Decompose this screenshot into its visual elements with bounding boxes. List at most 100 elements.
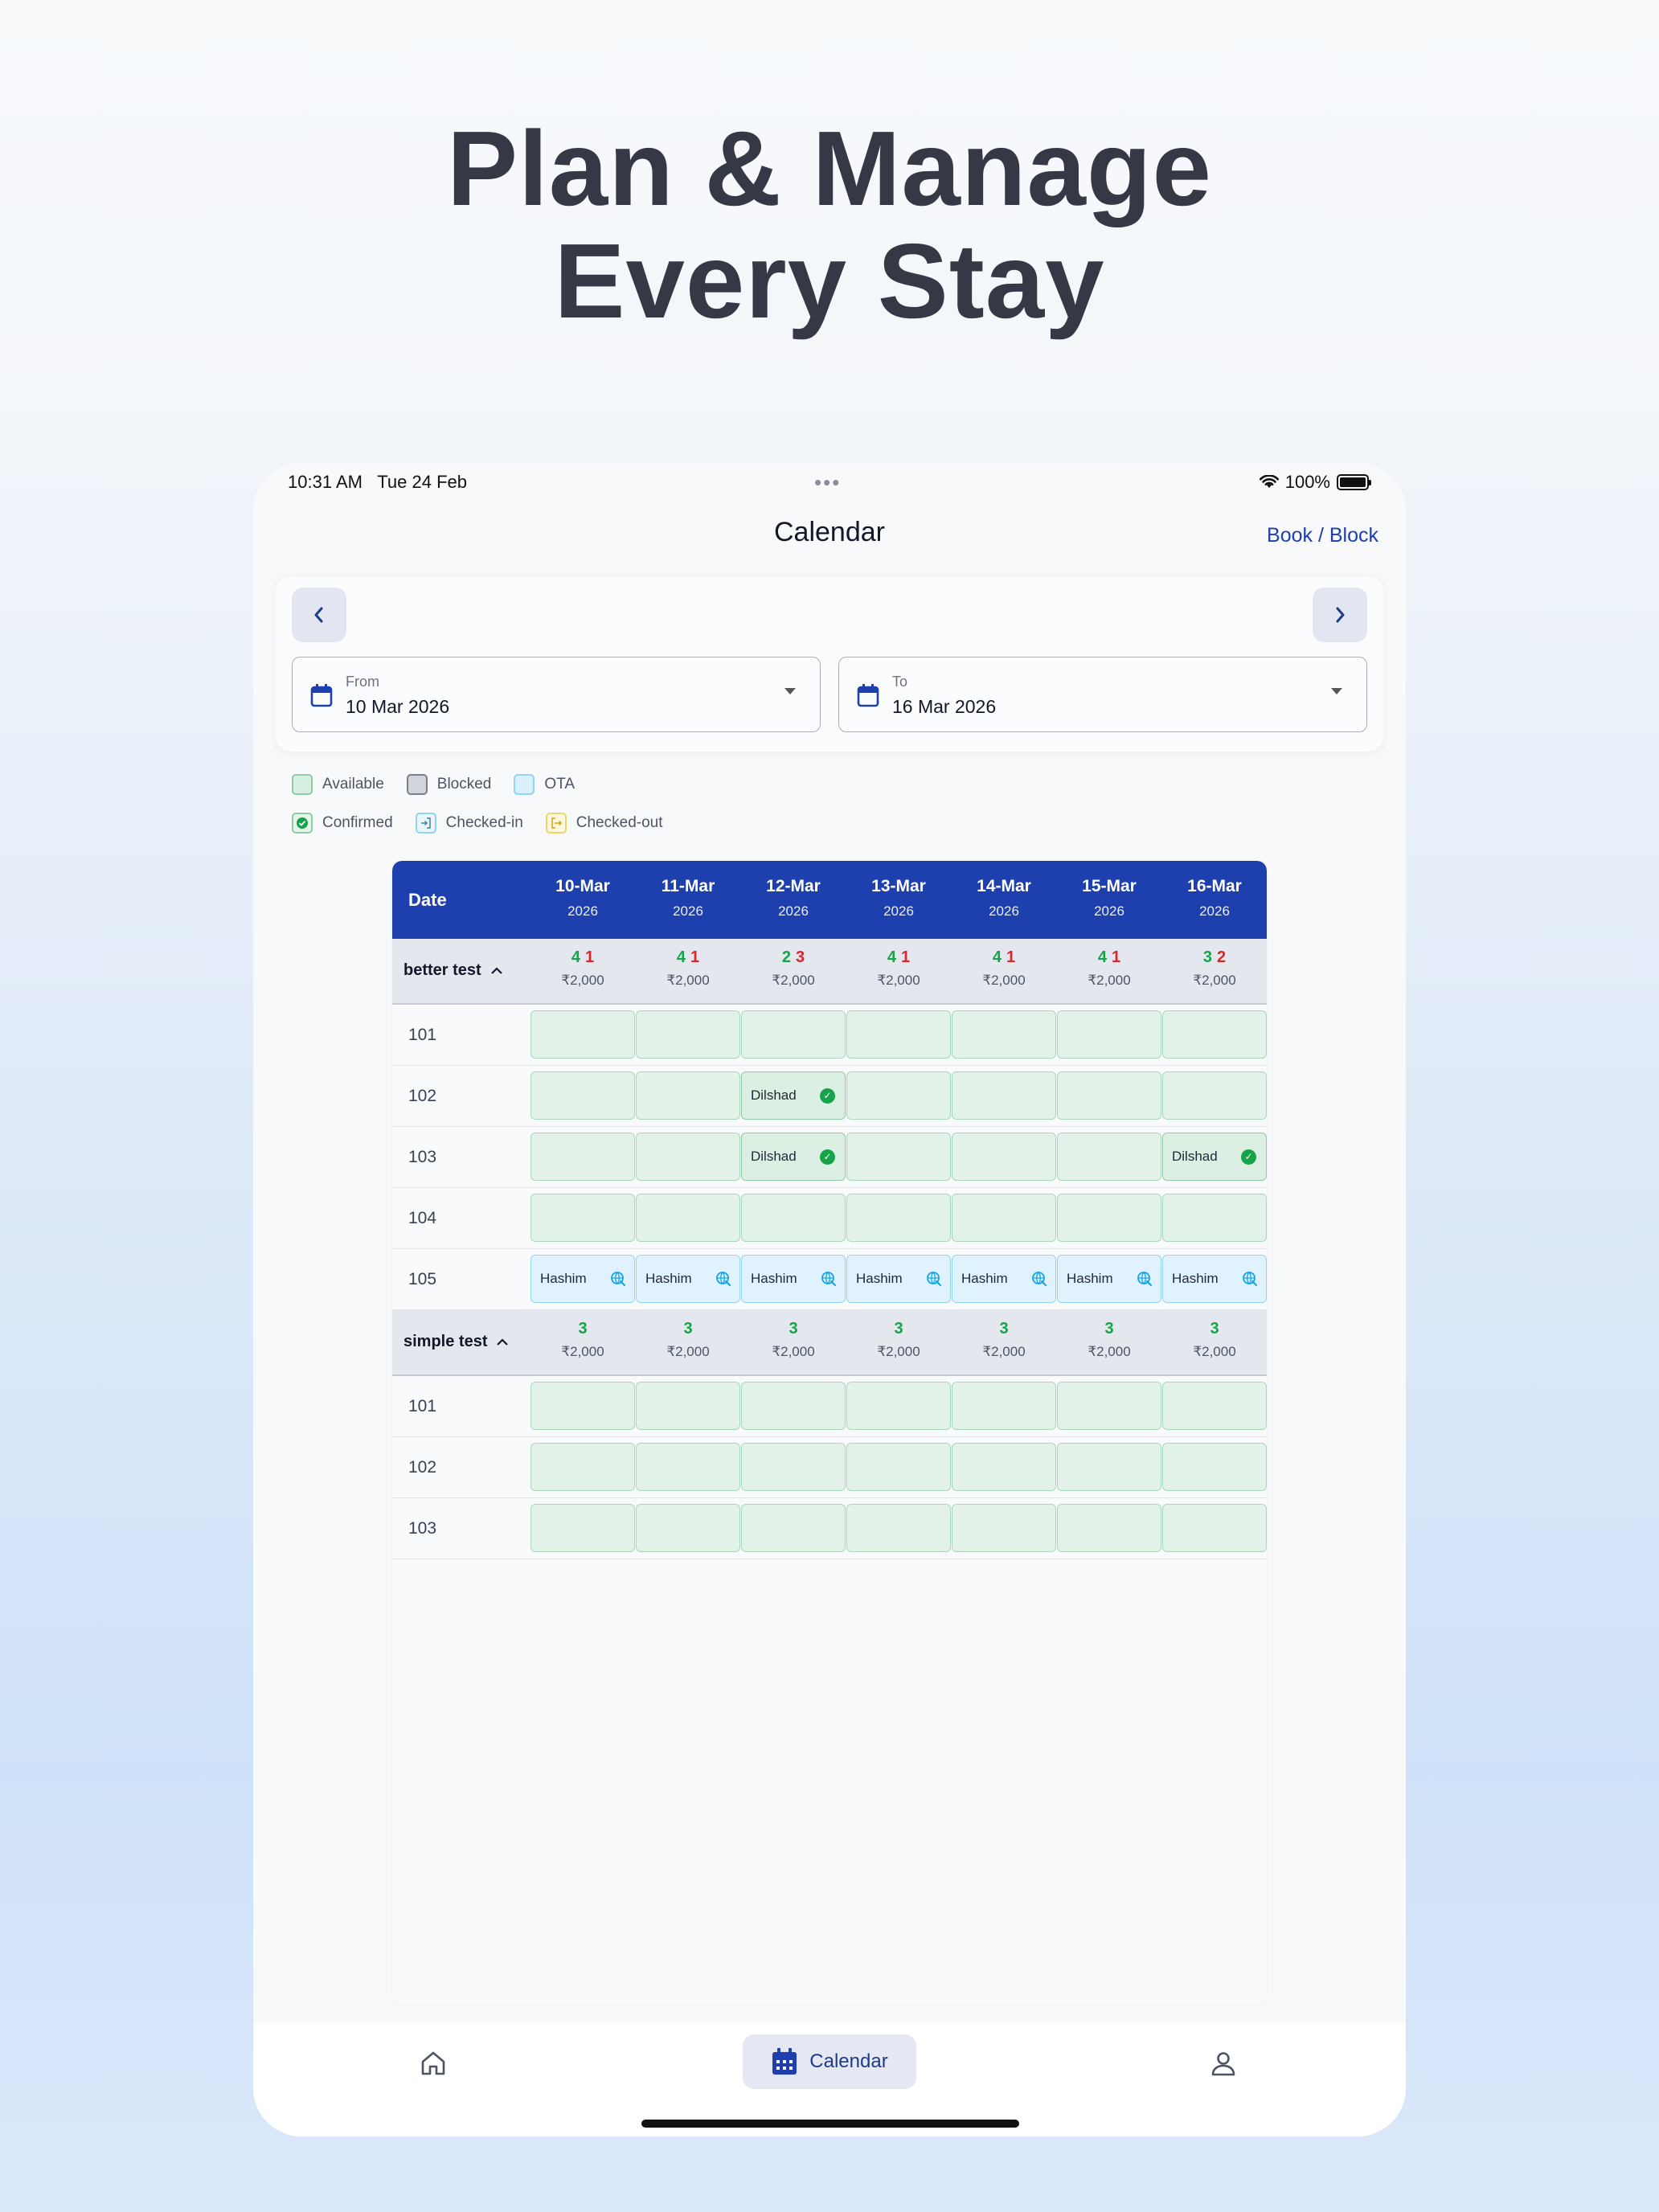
available-cell[interactable] [846, 1133, 951, 1181]
chevron-up-icon [497, 1338, 509, 1346]
room-row: 102 [392, 1437, 1267, 1498]
ota-booking-cell[interactable]: Hashim [1057, 1255, 1161, 1303]
available-cell[interactable] [952, 1194, 1056, 1242]
ota-booking-cell[interactable]: Hashim [636, 1255, 740, 1303]
blocked-swatch [406, 774, 428, 795]
available-cell[interactable] [1162, 1504, 1267, 1552]
checked-in-swatch [415, 813, 436, 834]
ota-booking-cell[interactable]: Hashim [530, 1255, 635, 1303]
available-cell[interactable] [846, 1443, 951, 1491]
legend-checked-out: Checked-out [545, 813, 663, 834]
available-cell[interactable] [1057, 1071, 1161, 1120]
date-column-header: 15-Mar 2026 [1057, 877, 1161, 920]
available-cell[interactable] [952, 1133, 1056, 1181]
ota-booking-cell[interactable]: Hashim [1162, 1255, 1267, 1303]
available-cell[interactable] [1057, 1133, 1161, 1181]
available-cell[interactable] [846, 1382, 951, 1430]
available-cell[interactable] [530, 1071, 635, 1120]
to-label: To [892, 674, 908, 690]
available-count: 3 [1104, 1320, 1114, 1337]
ota-booking-cell[interactable]: Hashim [741, 1255, 846, 1303]
available-count: 3 [789, 1320, 798, 1337]
room-row: 105 Hashim Hashim Hashim Hashim Hashim Hashim H… [392, 1249, 1267, 1310]
available-cell[interactable] [636, 1382, 740, 1430]
from-date-field[interactable]: From 10 Mar 2026 [292, 657, 821, 732]
availability-summary: 4 1 ₹2,000 [530, 948, 635, 989]
available-cell[interactable] [952, 1010, 1056, 1059]
available-cell[interactable] [636, 1194, 740, 1242]
available-cell[interactable] [952, 1071, 1056, 1120]
marketing-headline: Plan & Manage Every Stay [0, 113, 1659, 338]
login-icon [420, 817, 431, 829]
available-cell[interactable] [1057, 1443, 1161, 1491]
available-cell[interactable] [530, 1010, 635, 1059]
ota-globe-icon [716, 1272, 731, 1286]
available-cell[interactable] [952, 1443, 1056, 1491]
available-count: 4 [992, 948, 1002, 966]
available-cell[interactable] [636, 1443, 740, 1491]
rate-price: ₹2,000 [666, 973, 710, 988]
next-week-button[interactable] [1313, 588, 1367, 642]
rate-price: ₹2,000 [772, 973, 815, 988]
available-cell[interactable] [636, 1133, 740, 1181]
ota-booking-cell[interactable]: Hashim [952, 1255, 1056, 1303]
ota-globe-icon [1243, 1272, 1257, 1286]
confirmed-booking-cell[interactable]: Dilshad ✓ [1162, 1133, 1267, 1181]
room-type-group-header[interactable]: simple test 3 ₹2,000 3 ₹2,000 3 ₹2,000 3 ₹2,000 3… [392, 1310, 1267, 1376]
multitasking-dots[interactable]: ••• [814, 470, 841, 495]
availability-summary: 3 ₹2,000 [1162, 1320, 1267, 1360]
room-number: 102 [408, 1087, 437, 1105]
available-cell[interactable] [952, 1382, 1056, 1430]
available-cell[interactable] [530, 1504, 635, 1552]
available-count: 3 [1210, 1320, 1219, 1337]
chevron-up-icon [490, 967, 502, 974]
available-cell[interactable] [846, 1071, 951, 1120]
available-cell[interactable] [1162, 1443, 1267, 1491]
available-cell[interactable] [741, 1382, 846, 1430]
available-cell[interactable] [530, 1382, 635, 1430]
room-type-group-header[interactable]: better test 4 1 ₹2,000 4 1 ₹2,000 2 3 ₹2,000 4 1 ₹2,… [392, 939, 1267, 1005]
legend-row-2: Confirmed Checked-in Checked-out [292, 813, 686, 834]
rate-price: ₹2,000 [982, 973, 1026, 988]
available-cell[interactable] [1057, 1504, 1161, 1552]
available-cell[interactable] [846, 1194, 951, 1242]
booked-count: 2 [1217, 948, 1227, 966]
available-cell[interactable] [530, 1194, 635, 1242]
confirmed-booking-cell[interactable]: Dilshad ✓ [741, 1071, 846, 1120]
available-cell[interactable] [1057, 1194, 1161, 1242]
availability-summary: 3 2 ₹2,000 [1162, 948, 1267, 989]
ota-booking-cell[interactable]: Hashim [846, 1255, 951, 1303]
previous-week-button[interactable] [292, 588, 346, 642]
available-cell[interactable] [636, 1071, 740, 1120]
tab-home[interactable] [419, 2049, 448, 2082]
battery-percent: 100% [1284, 472, 1330, 492]
available-cell[interactable] [741, 1194, 846, 1242]
tab-profile[interactable] [1209, 2049, 1238, 2082]
home-indicator[interactable] [641, 2120, 1019, 2128]
guest-name: Hashim [856, 1271, 903, 1286]
to-date-field[interactable]: To 16 Mar 2026 [838, 657, 1367, 732]
available-cell[interactable] [1162, 1382, 1267, 1430]
tab-calendar[interactable]: Calendar [743, 2034, 916, 2089]
available-cell[interactable] [952, 1504, 1056, 1552]
available-cell[interactable] [1057, 1382, 1161, 1430]
available-cell[interactable] [741, 1443, 846, 1491]
available-cell[interactable] [530, 1133, 635, 1181]
battery-icon [1337, 474, 1371, 490]
available-cell[interactable] [1057, 1010, 1161, 1059]
book-block-button[interactable]: Book / Block [1267, 524, 1378, 547]
status-time: 10:31 AM Tue 24 Feb [288, 472, 467, 492]
available-cell[interactable] [1162, 1194, 1267, 1242]
room-number: 105 [408, 1270, 437, 1288]
available-cell[interactable] [636, 1010, 740, 1059]
date-year: 2026 [989, 903, 1019, 919]
available-cell[interactable] [741, 1010, 846, 1059]
available-cell[interactable] [530, 1443, 635, 1491]
available-cell[interactable] [846, 1010, 951, 1059]
available-cell[interactable] [636, 1504, 740, 1552]
available-cell[interactable] [846, 1504, 951, 1552]
available-cell[interactable] [1162, 1071, 1267, 1120]
available-cell[interactable] [741, 1504, 846, 1552]
confirmed-booking-cell[interactable]: Dilshad ✓ [741, 1133, 846, 1181]
available-cell[interactable] [1162, 1010, 1267, 1059]
